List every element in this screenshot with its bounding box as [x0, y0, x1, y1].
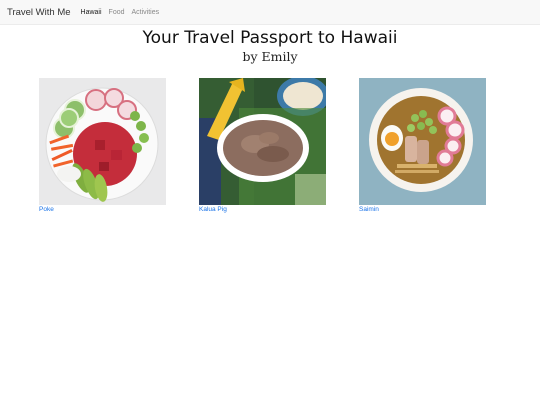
navbar-brand[interactable]: Travel With Me	[7, 7, 71, 18]
navbar: Travel With Me Hawaii Food Activities	[0, 0, 540, 25]
kalua-pig-image[interactable]	[199, 78, 326, 205]
gallery-link-kalua-pig[interactable]: Kalua Pig	[199, 206, 326, 213]
nav-link-activities[interactable]: Activities	[132, 9, 160, 16]
gallery-card-poke: Poke	[39, 78, 166, 213]
nav-link-food[interactable]: Food	[109, 9, 125, 16]
gallery-link-saimin[interactable]: Saimin	[359, 206, 486, 213]
page-byline: by Emily	[242, 49, 298, 64]
saimin-image[interactable]	[359, 78, 486, 205]
nav-link-hawaii[interactable]: Hawaii	[81, 9, 102, 16]
gallery-link-poke[interactable]: Poke	[39, 206, 166, 213]
gallery-card-kalua-pig: Kalua Pig	[199, 78, 326, 213]
poke-bowl-image[interactable]	[39, 78, 166, 205]
gallery-card-saimin: Saimin	[359, 78, 486, 213]
page-title: Your Travel Passport to Hawaii	[142, 28, 398, 48]
